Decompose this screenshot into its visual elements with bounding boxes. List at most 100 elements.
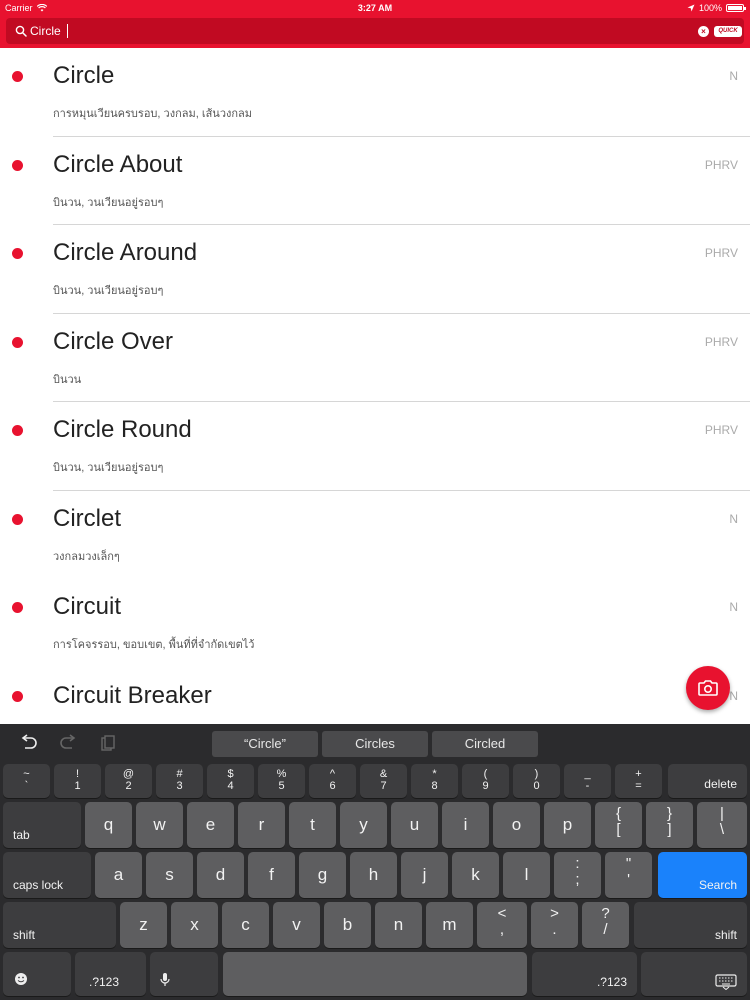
- key-w[interactable]: w: [136, 802, 183, 848]
- suggestion-3[interactable]: Circled: [432, 731, 538, 757]
- entry-word: Circle Around: [53, 239, 198, 266]
- bullet-icon: [12, 602, 23, 613]
- key-u[interactable]: u: [391, 802, 438, 848]
- entry-pos: N: [729, 688, 738, 703]
- key-backslash[interactable]: | \: [697, 802, 747, 848]
- search-input[interactable]: [30, 21, 670, 41]
- location-icon: [687, 4, 695, 12]
- results-list[interactable]: Circle N การหมุนเวียนครบรอบ, วงกลม, เส้น…: [0, 48, 750, 724]
- delete-key[interactable]: delete: [668, 764, 747, 798]
- key-period[interactable]: >.: [531, 902, 578, 948]
- quick-button[interactable]: QUICK: [714, 26, 742, 37]
- key-8[interactable]: * 8: [411, 764, 458, 798]
- shift-left-key[interactable]: shift: [3, 902, 116, 948]
- key-7[interactable]: & 7: [360, 764, 407, 798]
- key-tilde[interactable]: ~ `: [3, 764, 50, 798]
- bullet-icon: [12, 690, 23, 702]
- suggestion-2[interactable]: Circles: [322, 731, 428, 757]
- key-s[interactable]: s: [146, 852, 193, 898]
- key-j[interactable]: j: [401, 852, 448, 898]
- key-z[interactable]: z: [120, 902, 167, 948]
- key-v[interactable]: v: [273, 902, 320, 948]
- key-b[interactable]: b: [324, 902, 371, 948]
- key-g[interactable]: g: [299, 852, 346, 898]
- entry-pos: N: [729, 511, 738, 526]
- redo-icon[interactable]: [58, 734, 78, 752]
- keyboard: “Circle” Circles Circled ~ ` ! 1 @2 #3 $4 …: [0, 724, 750, 1000]
- key-i[interactable]: i: [442, 802, 489, 848]
- key-t[interactable]: t: [289, 802, 336, 848]
- key-l[interactable]: l: [503, 852, 550, 898]
- key-bracket-left[interactable]: {[: [595, 802, 642, 848]
- key-minus[interactable]: _ -: [564, 764, 611, 798]
- key-quote[interactable]: " ': [605, 852, 652, 898]
- key-d[interactable]: d: [197, 852, 244, 898]
- list-item[interactable]: Circlet N วงกลมวงเล็กๆ: [0, 491, 750, 580]
- list-item[interactable]: Circle Around PHRV บินวน, วนเวียนอยู่รอบ…: [0, 225, 750, 314]
- list-item[interactable]: Circuit Breaker N: [0, 668, 750, 725]
- key-6[interactable]: ^ 6: [309, 764, 356, 798]
- tab-key[interactable]: tab: [3, 802, 81, 848]
- key-e[interactable]: e: [187, 802, 234, 848]
- entry-word: Circle Round: [53, 416, 192, 443]
- dictation-key[interactable]: [150, 952, 218, 996]
- entry-meaning: บินวน, วนเวียนอยู่รอบๆ: [53, 196, 164, 209]
- shift-right-key[interactable]: shift: [634, 902, 747, 948]
- key-m[interactable]: m: [426, 902, 473, 948]
- status-bar: Carrier 3:27 AM 100%: [0, 0, 750, 16]
- key-c[interactable]: c: [222, 902, 269, 948]
- battery-percent: 100%: [698, 3, 722, 13]
- key-equals[interactable]: + =: [615, 764, 662, 798]
- key-f[interactable]: f: [248, 852, 295, 898]
- hide-keyboard-key[interactable]: [641, 952, 747, 996]
- search-key[interactable]: Search: [658, 852, 747, 898]
- space-key[interactable]: [223, 952, 527, 996]
- key-2[interactable]: @2: [105, 764, 152, 798]
- key-5[interactable]: % 5: [258, 764, 305, 798]
- camera-icon: [698, 680, 718, 696]
- app-header: Carrier 3:27 AM 100% × QUICK: [0, 0, 750, 48]
- key-k[interactable]: k: [452, 852, 499, 898]
- key-p[interactable]: p: [544, 802, 591, 848]
- list-item[interactable]: Circle About PHRV บินวน, วนเวียนอยู่รอบๆ: [0, 137, 750, 225]
- emoji-key[interactable]: [3, 952, 71, 996]
- undo-icon[interactable]: [19, 734, 39, 752]
- key-bracket-right[interactable]: }]: [646, 802, 693, 848]
- entry-pos: N: [729, 69, 738, 83]
- entry-word: Circuit: [53, 593, 122, 620]
- entry-word: Circle Over: [53, 327, 174, 355]
- paste-icon[interactable]: [98, 734, 118, 752]
- key-h[interactable]: h: [350, 852, 397, 898]
- key-semicolon[interactable]: :;: [554, 852, 601, 898]
- key-0[interactable]: ) 0: [513, 764, 560, 798]
- suggestion-1[interactable]: “Circle”: [212, 731, 318, 757]
- list-item[interactable]: Circuit N การโคจรรอบ, ขอบเขต, พื้นที่ที่…: [0, 579, 750, 668]
- key-y[interactable]: y: [340, 802, 387, 848]
- key-slash[interactable]: ? /: [582, 902, 629, 948]
- bullet-icon: [12, 71, 23, 82]
- entry-meaning: การหมุนเวียนครบรอบ, วงกลม, เส้นวงกลม: [53, 108, 253, 120]
- search-bar[interactable]: × QUICK: [6, 18, 744, 44]
- entry-pos: N: [729, 600, 738, 614]
- caps-lock-key[interactable]: caps lock: [3, 852, 91, 898]
- list-item[interactable]: Circle N การหมุนเวียนครบรอบ, วงกลม, เส้น…: [0, 48, 750, 137]
- key-3[interactable]: #3: [156, 764, 203, 798]
- key-q[interactable]: q: [85, 802, 132, 848]
- numbers-left-key[interactable]: .?123: [75, 952, 146, 996]
- clear-search-button[interactable]: ×: [698, 26, 709, 37]
- key-x[interactable]: x: [171, 902, 218, 948]
- keyboard-toolbar: “Circle” Circles Circled: [0, 724, 750, 762]
- key-n[interactable]: n: [375, 902, 422, 948]
- key-1[interactable]: ! 1: [54, 764, 101, 798]
- numbers-right-key[interactable]: .?123: [532, 952, 637, 996]
- list-item[interactable]: Circle Round PHRV บินวน, วนเวียนอยู่รอบๆ: [0, 402, 750, 491]
- key-comma[interactable]: <,: [477, 902, 527, 948]
- camera-button[interactable]: [686, 666, 730, 710]
- key-r[interactable]: r: [238, 802, 285, 848]
- key-o[interactable]: o: [493, 802, 540, 848]
- key-4[interactable]: $4: [207, 764, 254, 798]
- list-item[interactable]: Circle Over PHRV บินวน: [0, 314, 750, 402]
- key-9[interactable]: (9: [462, 764, 509, 798]
- key-a[interactable]: a: [95, 852, 142, 898]
- entry-pos: PHRV: [704, 246, 738, 260]
